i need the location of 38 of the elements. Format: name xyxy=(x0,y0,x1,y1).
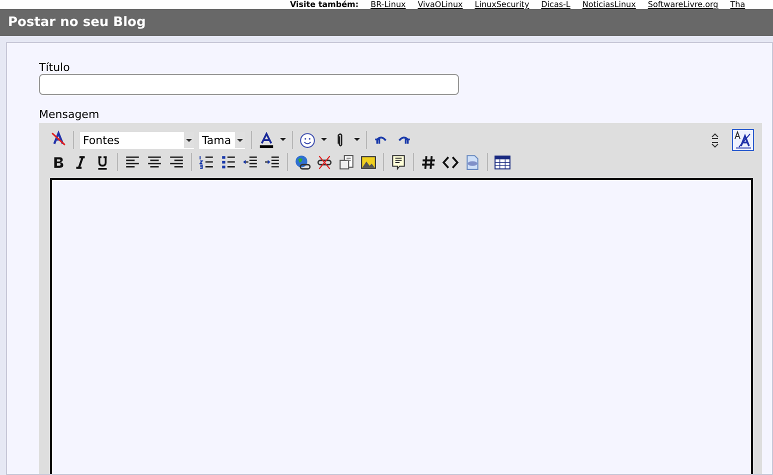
site-link[interactable]: VivaOLinux xyxy=(418,0,463,9)
align-center-icon[interactable] xyxy=(146,154,163,170)
note-icon[interactable] xyxy=(390,154,407,170)
page-title: Postar no seu Blog xyxy=(8,15,146,30)
site-link[interactable]: Tha xyxy=(730,0,746,9)
site-link[interactable]: NoticiasLinux xyxy=(582,0,636,9)
hash-icon[interactable] xyxy=(420,154,437,170)
document-icon[interactable] xyxy=(338,154,355,170)
site-link[interactable]: BR-Linux xyxy=(370,0,406,9)
caret-icon[interactable] xyxy=(354,138,360,142)
image-icon[interactable] xyxy=(360,154,377,170)
outdent-icon[interactable] xyxy=(242,154,259,170)
links-label: Visite também: xyxy=(290,0,359,9)
site-link[interactable]: Dicas-L xyxy=(541,0,570,9)
caret-icon[interactable] xyxy=(321,138,327,142)
title-input[interactable] xyxy=(39,74,459,95)
align-left-icon[interactable] xyxy=(124,154,141,170)
site-link[interactable]: SoftwareLivre.org xyxy=(648,0,718,9)
field-label: Mensagem xyxy=(39,108,100,121)
text-color-icon[interactable] xyxy=(258,132,275,148)
site-link[interactable]: LinuxSecurity xyxy=(474,0,530,9)
resize-icon[interactable] xyxy=(711,132,719,148)
code-icon[interactable] xyxy=(442,154,459,170)
php-file-icon[interactable] xyxy=(464,154,481,170)
size-select[interactable]: Tama xyxy=(199,132,245,148)
clear-format-icon[interactable] xyxy=(50,130,67,146)
align-right-icon[interactable] xyxy=(168,154,185,170)
font-style-icon[interactable] xyxy=(732,129,754,151)
numbered-list-icon[interactable] xyxy=(198,154,215,170)
field-label: Título xyxy=(39,61,71,74)
indent-icon[interactable] xyxy=(264,154,281,170)
bullet-list-icon[interactable] xyxy=(220,154,237,170)
globe-link-icon[interactable] xyxy=(294,154,311,170)
font-select[interactable]: Fontes xyxy=(80,132,194,148)
table-icon[interactable] xyxy=(494,154,511,170)
smiley-icon[interactable] xyxy=(299,132,316,148)
caret-icon[interactable] xyxy=(280,138,286,142)
unlink-icon[interactable] xyxy=(316,154,333,170)
